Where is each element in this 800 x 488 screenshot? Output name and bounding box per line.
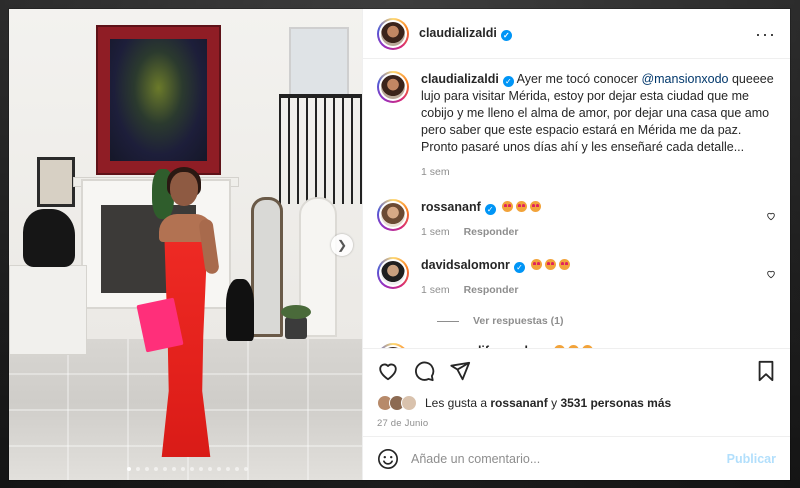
carousel-dot	[190, 467, 194, 471]
publish-button[interactable]: Publicar	[727, 452, 776, 466]
post-header: claudializaldi ✓ ···	[363, 9, 790, 59]
comment-avatar[interactable]	[377, 199, 409, 231]
photo-mirror	[251, 197, 283, 337]
carousel-dot	[199, 467, 203, 471]
comment-item: apapazoslifecoach✓	[377, 343, 776, 348]
heart-eyes-emoji-icon	[559, 259, 571, 270]
comment-input[interactable]	[411, 451, 727, 466]
comment-emojis	[551, 344, 593, 348]
heart-eyes-emoji-icon	[553, 345, 565, 348]
photo-plant	[281, 305, 311, 339]
heart-eyes-emoji-icon	[530, 201, 542, 212]
photo-pedestal	[9, 265, 87, 355]
carousel-dot	[181, 467, 185, 471]
caption-time[interactable]: 1 sem	[421, 164, 450, 181]
verified-icon: ✓	[500, 30, 512, 41]
comment-emojis	[528, 258, 571, 272]
post-modal: ❯ claudializaldi ✓ ··· claudializaldi ✓ Ay…	[9, 9, 790, 480]
carousel-dot	[172, 467, 176, 471]
liker-avatars[interactable]	[377, 395, 417, 411]
photo-sculpture	[23, 209, 75, 267]
photo-upper-door	[289, 27, 349, 97]
post-date[interactable]: 27 de Junio	[363, 414, 790, 436]
reply-button[interactable]: Responder	[464, 224, 519, 241]
heart-eyes-emoji-icon	[502, 201, 514, 212]
view-replies-button[interactable]: Ver respuestas (1)	[437, 315, 776, 327]
carousel-dot	[136, 467, 140, 471]
carousel-dot	[154, 467, 158, 471]
comment-item: davidsalomonr ✓ 1 sem Responder	[377, 257, 776, 299]
caption-mention[interactable]: @mansionxodo	[641, 72, 728, 86]
author-avatar[interactable]	[377, 17, 409, 50]
post-actions	[363, 348, 790, 392]
carousel-dot	[244, 467, 248, 471]
likes-middle: y	[551, 396, 558, 410]
carousel-dot	[208, 467, 212, 471]
send-icon[interactable]	[449, 360, 471, 382]
comments-list[interactable]: claudializaldi ✓ Ayer me tocó conocer @ma…	[363, 59, 790, 348]
photo-tapestry	[96, 25, 221, 175]
more-options-icon[interactable]: ···	[755, 25, 776, 43]
caption: claudializaldi ✓ Ayer me tocó conocer @ma…	[377, 71, 776, 181]
liker-avatar	[401, 395, 417, 411]
view-replies-line	[437, 320, 459, 322]
heart-eyes-emoji-icon	[516, 201, 528, 212]
comment-username[interactable]: rossananf	[421, 200, 481, 214]
photo-staircase-railing	[279, 94, 362, 204]
photo-dog-statue	[226, 279, 254, 341]
heart-eyes-emoji-icon	[581, 345, 593, 348]
comment-time[interactable]: 1 sem	[421, 224, 450, 241]
caption-avatar[interactable]	[377, 71, 409, 103]
verified-icon: ✓	[513, 262, 525, 273]
comment-avatar[interactable]	[377, 257, 409, 289]
likes-count[interactable]: 3531 personas más	[560, 396, 671, 410]
carousel-dot	[145, 467, 149, 471]
view-replies-label: Ver respuestas (1)	[473, 315, 564, 327]
carousel-dot	[235, 467, 239, 471]
comment-time[interactable]: 1 sem	[421, 282, 450, 299]
carousel-dot	[127, 467, 131, 471]
carousel-dot	[217, 467, 221, 471]
post-side-panel: claudializaldi ✓ ··· claudializaldi ✓ Ayer…	[362, 9, 790, 480]
comment-username[interactable]: apapazoslifecoach	[421, 344, 532, 348]
heart-icon[interactable]	[377, 360, 399, 382]
comment-like-icon[interactable]	[766, 269, 776, 279]
comment-username[interactable]: davidsalomonr	[421, 258, 510, 272]
author-username[interactable]: claudializaldi ✓	[419, 26, 512, 41]
bookmark-icon[interactable]	[756, 360, 776, 382]
post-photo[interactable]: ❯	[9, 9, 362, 480]
comment-like-icon[interactable]	[766, 211, 776, 221]
comment-avatar[interactable]	[377, 343, 409, 348]
smiley-icon[interactable]	[377, 448, 399, 470]
comment-item: rossananf ✓ 1 sem Responder	[377, 199, 776, 241]
verified-icon: ✓	[484, 204, 496, 215]
caption-username[interactable]: claudializaldi	[421, 72, 499, 86]
caption-text-1: Ayer me tocó conocer	[516, 72, 642, 86]
comment-composer: Publicar	[363, 436, 790, 480]
comment-emojis	[499, 200, 542, 214]
reply-button[interactable]: Responder	[464, 282, 519, 299]
likes-user[interactable]: rossananf	[490, 396, 547, 410]
likes-prefix: Les gusta a	[425, 396, 488, 410]
carousel-dot	[226, 467, 230, 471]
carousel-dot	[163, 467, 167, 471]
carousel-dots	[127, 467, 248, 471]
heart-eyes-emoji-icon	[567, 345, 579, 348]
likes-summary: Les gusta a rossananf y 3531 personas má…	[363, 392, 790, 414]
next-image-icon[interactable]: ❯	[331, 234, 353, 256]
heart-eyes-emoji-icon	[545, 259, 557, 270]
photo-face	[170, 172, 198, 206]
heart-eyes-emoji-icon	[531, 259, 543, 270]
photo-wall-frame	[37, 157, 75, 207]
verified-icon: ✓	[502, 76, 514, 87]
comment-icon[interactable]	[413, 360, 435, 382]
